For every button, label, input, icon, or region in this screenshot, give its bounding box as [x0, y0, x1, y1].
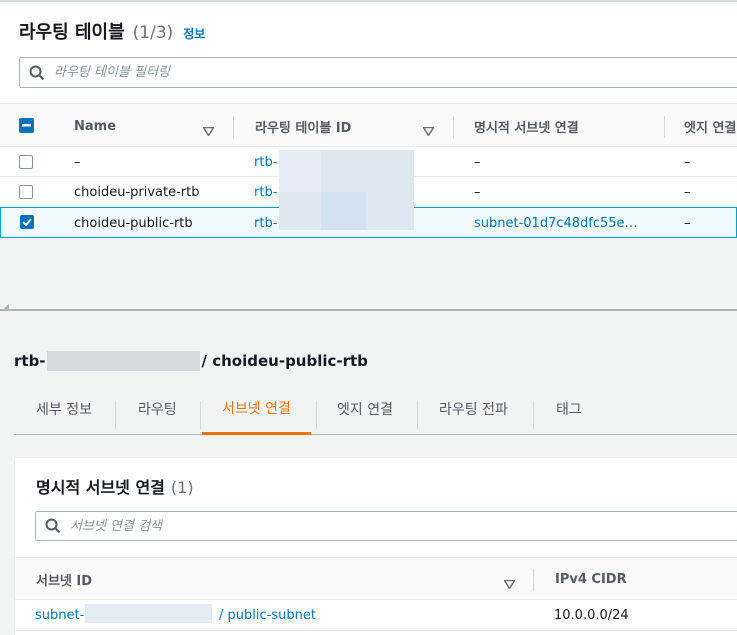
row-explicit-subnet: –: [474, 154, 481, 170]
table-row[interactable]: subnet- / public-subnet 10.0.0.0/24: [15, 600, 737, 631]
subnet-ipv4-cidr: 10.0.0.0/24: [554, 608, 629, 623]
indeterminate-icon: [22, 124, 31, 127]
checkmark-icon: [22, 218, 32, 226]
detail-title-prefix: rtb-: [14, 352, 46, 370]
panel-top-border: [0, 0, 737, 2]
row-name: choideu-private-rtb: [74, 184, 200, 200]
tab-route-propagation[interactable]: 라우팅 전파: [439, 383, 508, 435]
association-count: (1): [170, 478, 194, 497]
row-explicit-subnet-link[interactable]: subnet-01d7c48dfc55e…: [474, 208, 638, 238]
detail-title-suffix: / choideu-public-rtb: [201, 352, 368, 370]
horizontal-scrollbar[interactable]: [0, 293, 737, 312]
subnet-name-link[interactable]: / public-subnet: [219, 600, 316, 631]
column-header-name[interactable]: Name: [74, 104, 116, 148]
route-tables-card: 라우팅 테이블 (1/3) 정보 Name 라우팅 테이블 ID 명시: [0, 0, 737, 238]
subnet-id-prefix[interactable]: subnet-: [35, 600, 84, 631]
route-tables-header: 라우팅 테이블 (1/3) 정보: [19, 18, 205, 44]
row-route-table-id[interactable]: rtb-: [254, 177, 277, 207]
row-edge-association: –: [684, 184, 691, 200]
tab-details[interactable]: 세부 정보: [36, 383, 92, 435]
row-route-table-id[interactable]: rtb-: [254, 208, 277, 238]
subnet-associations-header: 명시적 서브넷 연결 (1): [36, 474, 194, 498]
sort-icon[interactable]: [422, 121, 435, 140]
route-table-filter-input[interactable]: [54, 65, 654, 80]
select-all-checkbox[interactable]: [19, 118, 34, 133]
row-checkbox-checked[interactable]: [20, 215, 34, 229]
tab-edge-associations[interactable]: 엣지 연결: [337, 383, 393, 435]
tab-separator: [533, 401, 534, 429]
column-header-route-table-id[interactable]: 라우팅 테이블 ID: [255, 104, 351, 148]
redacted-region: [321, 192, 366, 230]
detail-title: rtb- / choideu-public-rtb: [14, 351, 368, 371]
row-edge-association: –: [684, 215, 691, 231]
search-icon: [36, 518, 70, 534]
selection-count: (1/3): [132, 23, 174, 43]
tab-separator: [200, 401, 201, 429]
tab-routes[interactable]: 라우팅: [138, 383, 177, 435]
redacted-region: [46, 351, 200, 371]
tab-separator: [316, 401, 317, 429]
redacted-region: [279, 150, 321, 192]
redacted-region: [85, 604, 212, 623]
sort-icon[interactable]: [503, 574, 516, 593]
section-title: 명시적 서브넷 연결: [36, 478, 165, 497]
row-name: choideu-public-rtb: [74, 215, 193, 231]
subnet-association-search-input[interactable]: [70, 518, 670, 534]
column-header-subnet-id[interactable]: 서브넷 ID: [36, 558, 92, 601]
subnet-association-search[interactable]: [35, 511, 737, 541]
column-resizer[interactable]: [533, 569, 534, 591]
tab-tags[interactable]: 태그: [556, 383, 582, 435]
route-tables-panel: 라우팅 테이블 (1/3) 정보 Name 라우팅 테이블 ID 명시: [0, 0, 737, 312]
row-name: –: [74, 154, 81, 170]
row-explicit-subnet: –: [474, 184, 481, 200]
route-table-grid-header: Name 라우팅 테이블 ID 명시적 서브넷 연결 엣지 연결: [0, 103, 737, 147]
column-header-explicit-subnet[interactable]: 명시적 서브넷 연결: [474, 104, 579, 148]
explicit-subnet-associations-card: 명시적 서브넷 연결 (1) 서브넷 ID IPv4 CIDR subnet- …: [14, 457, 737, 635]
row-route-table-id[interactable]: rtb-: [254, 147, 277, 177]
sort-icon[interactable]: [202, 121, 215, 140]
tab-separator: [417, 401, 418, 429]
column-header-ipv4-cidr[interactable]: IPv4 CIDR: [555, 558, 627, 601]
row-checkbox[interactable]: [19, 185, 33, 199]
column-resizer[interactable]: [233, 116, 234, 138]
info-link[interactable]: 정보: [183, 25, 205, 42]
row-edge-association: –: [684, 154, 691, 170]
tab-separator: [115, 401, 116, 429]
row-checkbox[interactable]: [19, 155, 33, 169]
column-header-edge-association[interactable]: 엣지 연결: [684, 104, 736, 148]
route-table-filter[interactable]: [19, 57, 737, 88]
tab-subnet-associations[interactable]: 서브넷 연결: [202, 383, 311, 435]
column-resizer[interactable]: [453, 116, 454, 138]
route-table-detail-panel: rtb- / choideu-public-rtb 세부 정보 라우팅 서브넷 …: [0, 311, 737, 635]
subnet-grid-header: 서브넷 ID IPv4 CIDR: [15, 557, 737, 600]
search-icon: [20, 65, 54, 81]
detail-tabs: 세부 정보 라우팅 서브넷 연결 엣지 연결 라우팅 전파 태그: [14, 383, 737, 435]
column-resizer[interactable]: [664, 116, 665, 138]
page-title: 라우팅 테이블: [19, 22, 125, 43]
